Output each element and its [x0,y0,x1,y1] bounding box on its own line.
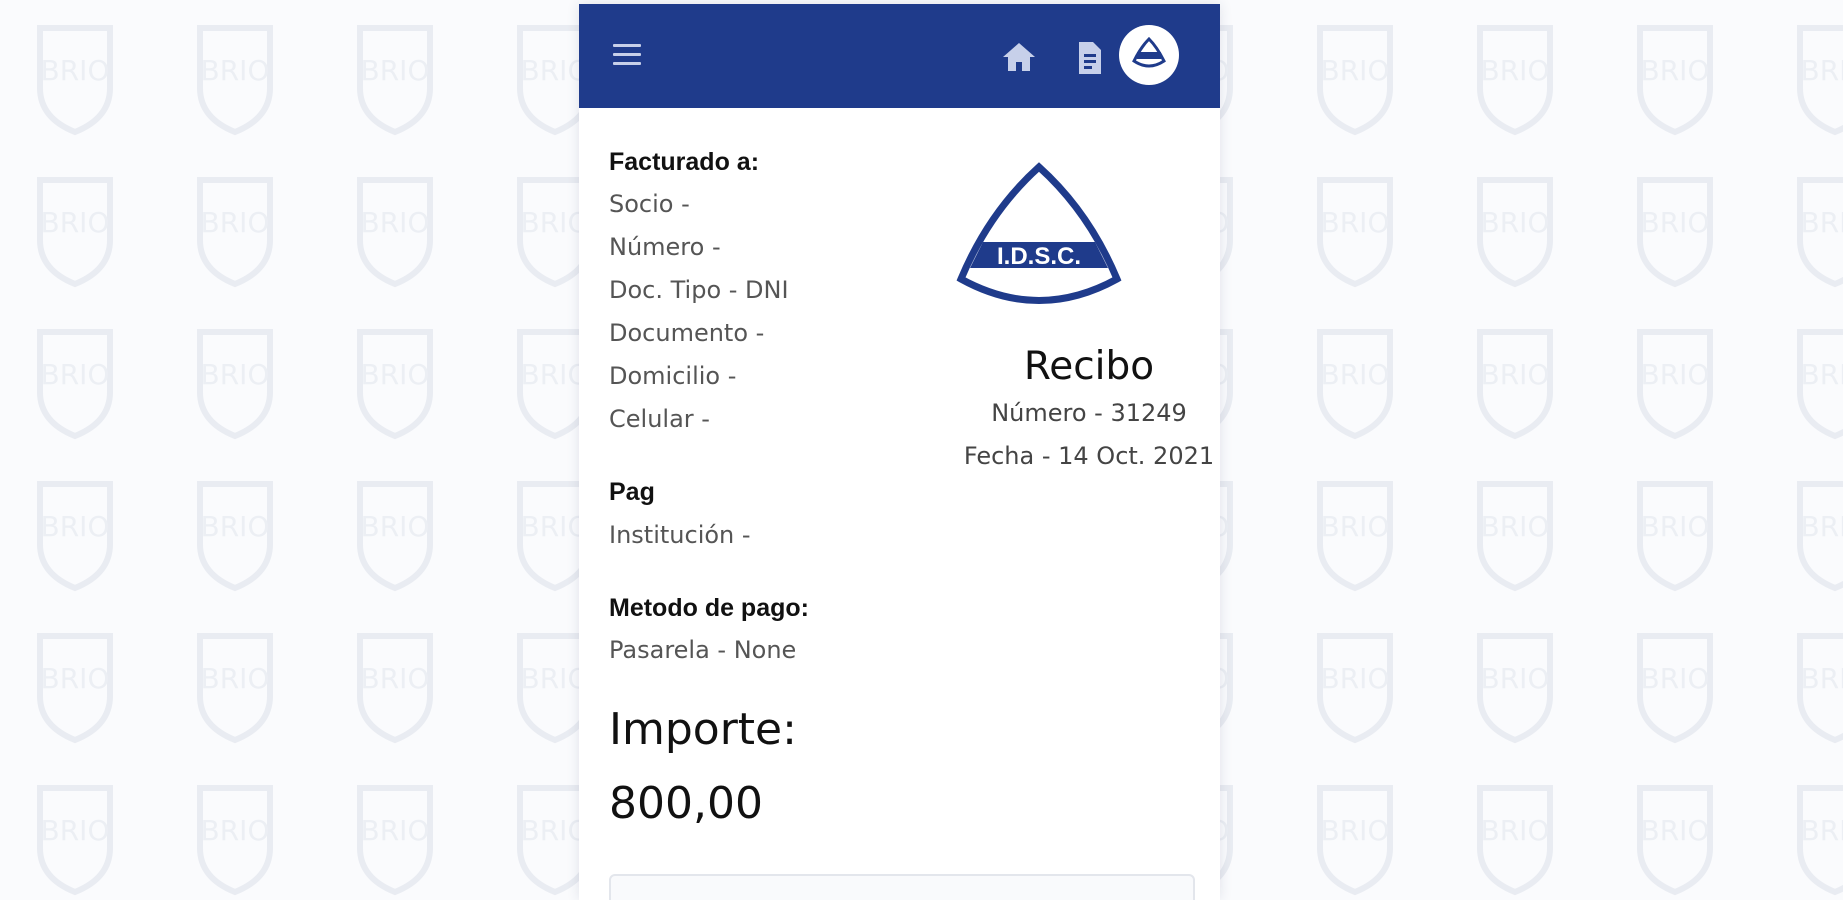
amount-label: Importe: [609,704,797,755]
club-logo-text: I.D.S.C. [997,243,1081,270]
payer-heading: Pag [609,478,655,506]
receipt-title: Recibo [1023,344,1155,389]
billed-to-documento: Documento - [609,319,765,347]
billed-to-heading: Facturado a: [609,148,760,176]
receipt-screen: Facturado a: Socio - Número - Doc. Tipo … [579,4,1220,900]
document-icon[interactable] [1075,40,1103,76]
club-logo: I.D.S.C. [956,162,1122,304]
billed-to-numero: Número - [609,233,721,261]
action-box[interactable] [609,874,1195,900]
hamburger-menu-icon[interactable] [613,42,643,68]
billed-to-socio: Socio - [609,190,690,218]
payment-gateway: Pasarela - None [609,636,797,664]
billed-to-doc-tipo: Doc. Tipo - DNI [609,276,789,304]
amount-value: 800,00 [609,778,763,829]
club-badge-icon [1132,37,1166,68]
home-icon[interactable] [1001,40,1037,74]
billed-to-celular: Celular - [609,405,710,433]
payer-institution: Institución - [609,521,751,549]
receipt-number: Número - 31249 [991,399,1187,427]
payment-method-heading: Metodo de pago: [609,594,809,622]
user-avatar[interactable] [1119,25,1179,85]
billed-to-domicilio: Domicilio - [609,362,737,390]
app-header [579,4,1220,108]
receipt-date: Fecha - 14 Oct. 2021 [963,442,1215,470]
